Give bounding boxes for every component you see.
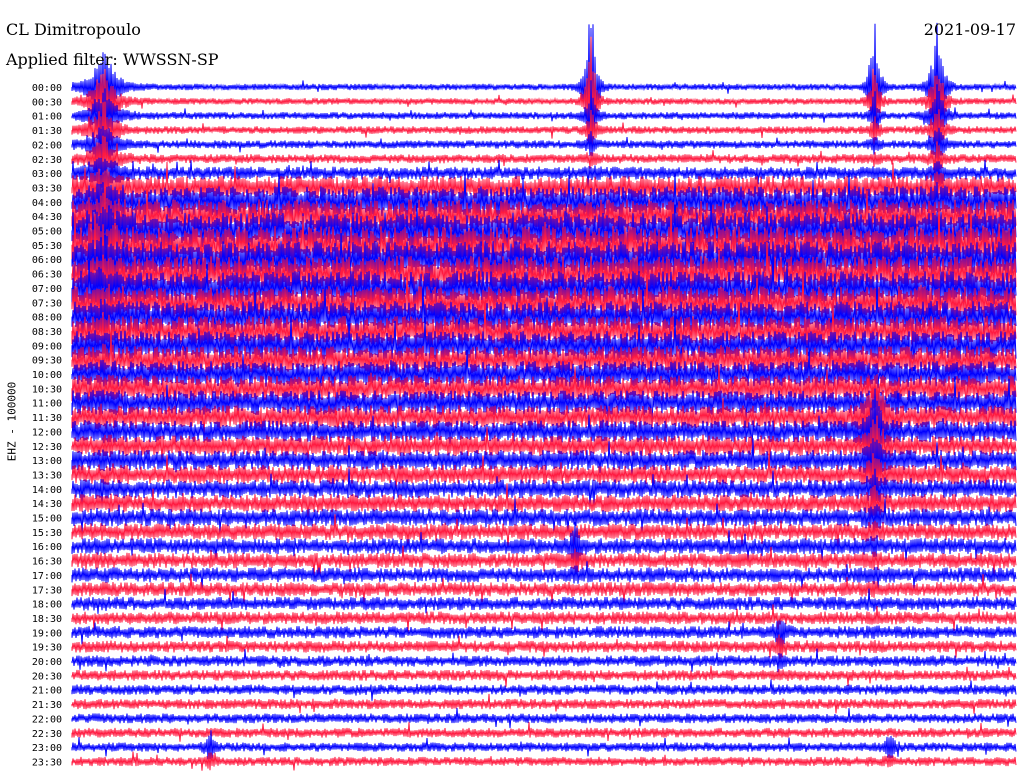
- time-label-2330: 23:30: [32, 757, 62, 768]
- time-label-1900: 19:00: [32, 628, 62, 639]
- time-label-2000: 20:00: [32, 657, 62, 668]
- time-label-1730: 17:30: [32, 585, 62, 596]
- time-label-0630: 06:30: [32, 270, 62, 281]
- time-label-1930: 19:30: [32, 643, 62, 654]
- time-label-1200: 12:00: [32, 427, 62, 438]
- time-label-0530: 05:30: [32, 241, 62, 252]
- time-label-0900: 09:00: [32, 341, 62, 352]
- time-label-2130: 21:30: [32, 700, 62, 711]
- time-label-2300: 23:00: [32, 743, 62, 754]
- time-label-0930: 09:30: [32, 356, 62, 367]
- time-label-1030: 10:30: [32, 384, 62, 395]
- date-label: 2021-09-17: [923, 20, 1016, 39]
- time-label-1230: 12:30: [32, 442, 62, 453]
- time-label-1800: 18:00: [32, 600, 62, 611]
- time-label-0000: 00:00: [32, 83, 62, 94]
- time-label-2200: 22:00: [32, 714, 62, 725]
- time-label-0830: 08:30: [32, 327, 62, 338]
- time-label-2230: 22:30: [32, 729, 62, 740]
- time-label-0600: 06:00: [32, 255, 62, 266]
- time-label-2030: 20:30: [32, 671, 62, 682]
- helicorder-plot: 00:00 00:30 01:00 01:30 02:00 02:30 03:00 03:30…: [32, 22, 1017, 771]
- time-label-0230: 02:30: [32, 155, 62, 166]
- time-label-1430: 14:30: [32, 499, 62, 510]
- time-label-1700: 17:00: [32, 571, 62, 582]
- time-label-0800: 08:00: [32, 313, 62, 324]
- time-label-1300: 13:00: [32, 456, 62, 467]
- time-label-2100: 21:00: [32, 686, 62, 697]
- filter-label: Applied filter: WWSSN-SP: [6, 50, 219, 69]
- time-label-1500: 15:00: [32, 514, 62, 525]
- time-label-0030: 00:30: [32, 97, 62, 108]
- time-label-1100: 11:00: [32, 399, 62, 410]
- time-label-1400: 14:00: [32, 485, 62, 496]
- time-label-1530: 15:30: [32, 528, 62, 539]
- time-label-0100: 01:00: [32, 112, 62, 123]
- trace-layer: [71, 22, 1017, 771]
- time-label-0300: 03:00: [32, 169, 62, 180]
- time-label-0330: 03:30: [32, 183, 62, 194]
- time-label-1000: 10:00: [32, 370, 62, 381]
- trace-row-2030: [71, 665, 1017, 687]
- time-label-1130: 11:30: [32, 413, 62, 424]
- time-label-1600: 16:00: [32, 542, 62, 553]
- time-label-0700: 07:00: [32, 284, 62, 295]
- time-label-0400: 04:00: [32, 198, 62, 209]
- trace-row-2200: [71, 707, 1017, 729]
- trace-row-2230: [71, 722, 1017, 742]
- time-label-1630: 16:30: [32, 557, 62, 568]
- station-title: CL Dimitropoulo: [6, 20, 141, 39]
- time-label-0500: 05:00: [32, 227, 62, 238]
- trace-row-2130: [71, 693, 1017, 714]
- time-label-0130: 01:30: [32, 126, 62, 137]
- time-label-0200: 02:00: [32, 140, 62, 151]
- time-label-1330: 13:30: [32, 470, 62, 481]
- time-label-1830: 18:30: [32, 614, 62, 625]
- time-label-0430: 04:30: [32, 212, 62, 223]
- trace-row-2100: [71, 679, 1017, 701]
- time-label-layer: 00:00 00:30 01:00 01:30 02:00 02:30 03:00 03:30…: [32, 83, 62, 768]
- time-label-0730: 07:30: [32, 298, 62, 309]
- trace-row-2330: [71, 751, 1017, 771]
